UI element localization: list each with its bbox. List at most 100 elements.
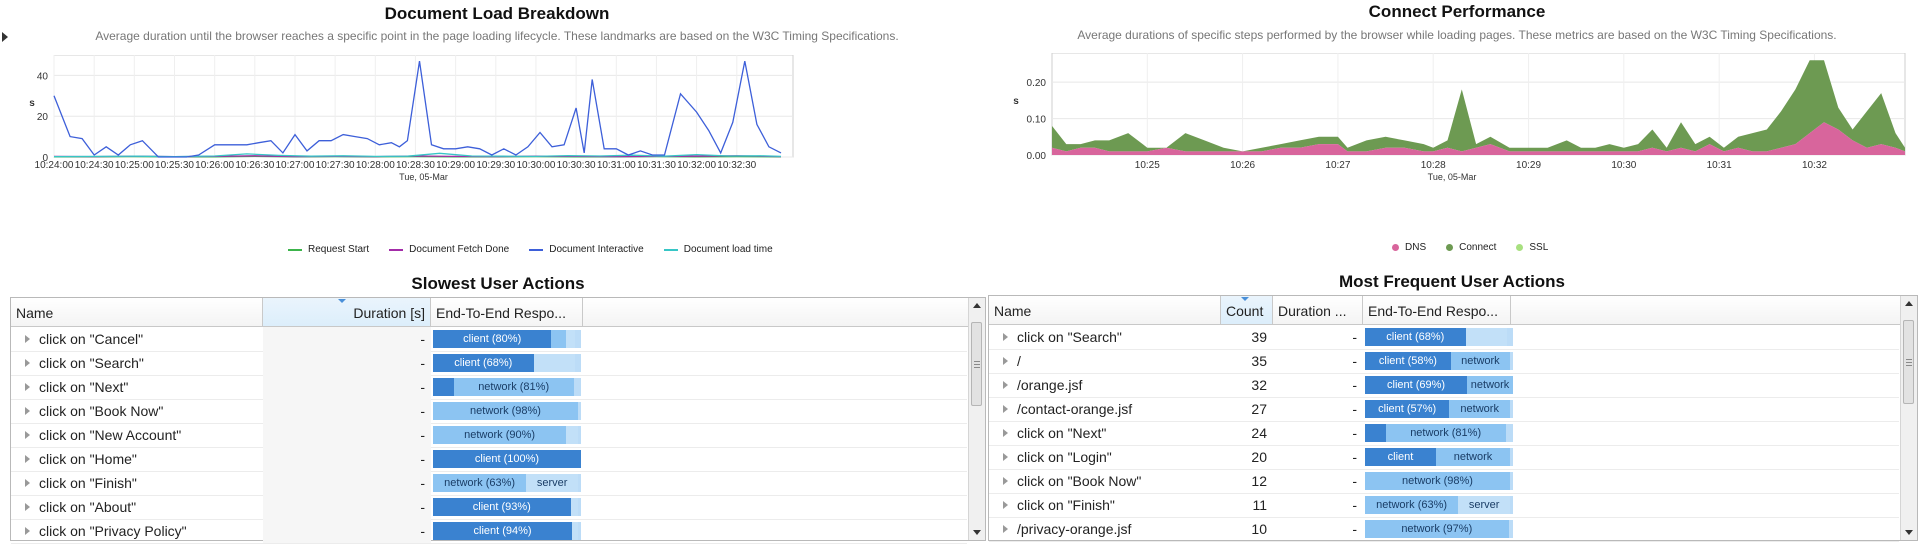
legend-item-document-interactive[interactable]: Document Interactive: [529, 244, 644, 255]
action-duration: -: [1273, 469, 1363, 493]
table-row[interactable]: click on "Privacy Policy"-client (94%): [11, 519, 967, 544]
x-tick-label: 10:27:30: [316, 160, 355, 171]
legend-label: SSL: [1529, 242, 1548, 253]
end-to-end-breakdown-bar: network (90%): [433, 426, 581, 444]
action-name: click on "Login": [1017, 445, 1221, 469]
table-row[interactable]: click on "Next"-network (81%): [11, 375, 967, 400]
row-expand-arrow-icon[interactable]: [1003, 453, 1008, 461]
row-expand-arrow-icon[interactable]: [25, 431, 30, 439]
table-row[interactable]: click on "Cancel"-client (80%): [11, 327, 967, 352]
column-header-name[interactable]: Name: [989, 296, 1221, 324]
action-duration: -: [1273, 517, 1363, 541]
scroll-down-arrow-icon[interactable]: [1905, 530, 1913, 535]
legend-item-dns[interactable]: DNS: [1392, 242, 1426, 253]
row-expand-arrow-icon[interactable]: [25, 359, 30, 367]
action-name: click on "Finish": [39, 471, 263, 495]
table-row[interactable]: click on "New Account"-network (90%): [11, 423, 967, 448]
column-header-name[interactable]: Name: [11, 298, 263, 326]
row-expand-arrow-icon[interactable]: [1003, 477, 1008, 485]
action-name: click on "Book Now": [39, 399, 263, 423]
legend-item-document-fetch-done[interactable]: Document Fetch Done: [389, 244, 509, 255]
legend-item-connect[interactable]: Connect: [1446, 242, 1496, 253]
scrollbar-thumb[interactable]: [1903, 320, 1914, 404]
table-row[interactable]: click on "Next"24-network (81%): [989, 421, 1899, 446]
x-tick-label: 10:32: [1802, 160, 1827, 171]
slowest-table-scrollbar[interactable]: [968, 298, 985, 540]
legend-item-request-start[interactable]: Request Start: [288, 244, 369, 255]
scroll-up-arrow-icon[interactable]: [973, 303, 981, 308]
end-to-end-breakdown-bar: network (81%): [1365, 424, 1513, 442]
table-row[interactable]: click on "Search"-client (68%): [11, 351, 967, 376]
row-expand-arrow-icon[interactable]: [1003, 333, 1008, 341]
bar-segment: [571, 498, 578, 516]
table-row[interactable]: click on "Home"-client (100%): [11, 447, 967, 472]
bar-segment: network (63%): [433, 474, 526, 492]
scroll-down-arrow-icon[interactable]: [973, 530, 981, 535]
row-expand-arrow-icon[interactable]: [1003, 381, 1008, 389]
action-name: click on "Privacy Policy": [39, 519, 263, 543]
table-row[interactable]: click on "Login"20-clientnetwork: [989, 445, 1899, 470]
column-header-end-to-end[interactable]: End-To-End Respo...: [1363, 296, 1511, 324]
row-expand-arrow-icon[interactable]: [1003, 357, 1008, 365]
row-expand-arrow-icon[interactable]: [25, 335, 30, 343]
table-row[interactable]: click on "Search"39-client (68%): [989, 325, 1899, 350]
x-tick-label: 10:28:30: [396, 160, 435, 171]
column-header-count[interactable]: Count: [1221, 296, 1273, 324]
end-to-end-breakdown-bar: client (57%)network: [1365, 400, 1513, 418]
x-tick-label: 10:26:30: [235, 160, 274, 171]
column-header-duration[interactable]: Duration [s]: [263, 298, 431, 326]
scroll-up-arrow-icon[interactable]: [1905, 301, 1913, 306]
end-to-end-cell: client (68%): [1365, 325, 1517, 349]
bar-segment: network (81%): [454, 378, 574, 396]
row-expand-arrow-icon[interactable]: [1003, 405, 1008, 413]
slowest-user-actions-table: Name Duration [s] End-To-End Respo... cl…: [10, 297, 986, 541]
bar-segment: client (80%): [433, 330, 551, 348]
legend-item-document-load-time[interactable]: Document load time: [664, 244, 773, 255]
end-to-end-cell: network (63%)server: [1365, 493, 1517, 517]
x-axis-title: Tue, 05-Mar: [1428, 172, 1477, 182]
end-to-end-breakdown-bar: client (100%): [433, 450, 581, 468]
load-chart-legend: Request Start Document Fetch Done Document…: [288, 244, 773, 255]
row-expand-arrow-icon[interactable]: [25, 479, 30, 487]
expand-panel-arrow-icon[interactable]: [2, 32, 8, 42]
end-to-end-cell: client (58%)network: [1365, 349, 1517, 373]
bar-segment: network (81%): [1386, 424, 1506, 442]
end-to-end-breakdown-bar: network (81%): [433, 378, 581, 396]
row-expand-arrow-icon[interactable]: [25, 455, 30, 463]
row-expand-arrow-icon[interactable]: [1003, 429, 1008, 437]
table-row[interactable]: click on "Book Now"12-network (98%): [989, 469, 1899, 494]
action-duration: -: [1273, 325, 1363, 349]
table-row[interactable]: click on "About"-client (93%): [11, 495, 967, 520]
row-expand-arrow-icon[interactable]: [25, 407, 30, 415]
legend-swatch: [1392, 244, 1399, 251]
row-expand-arrow-icon[interactable]: [1003, 525, 1008, 533]
column-header-duration[interactable]: Duration ...: [1273, 296, 1363, 324]
table-row[interactable]: click on "Finish"-network (63%)server: [11, 471, 967, 496]
bar-segment: network: [1449, 400, 1510, 418]
legend-swatch: [389, 249, 403, 251]
column-header-end-to-end[interactable]: End-To-End Respo...: [431, 298, 583, 326]
legend-item-ssl[interactable]: SSL: [1516, 242, 1548, 253]
scrollbar-thumb[interactable]: [971, 322, 982, 406]
y-tick-label: 20: [37, 112, 49, 123]
row-expand-arrow-icon[interactable]: [25, 527, 30, 535]
table-row[interactable]: click on "Book Now"-network (98%): [11, 399, 967, 424]
action-duration: -: [263, 327, 431, 351]
table-row[interactable]: click on "Finish"11-network (63%)server: [989, 493, 1899, 518]
frequent-table-scrollbar[interactable]: [1900, 296, 1917, 540]
row-expand-arrow-icon[interactable]: [25, 383, 30, 391]
table-row[interactable]: /orange.jsf32-client (69%)network: [989, 373, 1899, 398]
end-to-end-cell: clientnetwork: [1365, 445, 1517, 469]
table-row[interactable]: /35-client (58%)network: [989, 349, 1899, 374]
action-count: 35: [1221, 349, 1273, 373]
row-expand-arrow-icon[interactable]: [1003, 501, 1008, 509]
row-expand-arrow-icon[interactable]: [25, 503, 30, 511]
action-name: click on "Next": [1017, 421, 1221, 445]
table-row[interactable]: /privacy-orange.jsf10-network (97%): [989, 517, 1899, 542]
table-row[interactable]: /contact-orange.jsf27-client (57%)networ…: [989, 397, 1899, 422]
action-name: click on "Search": [1017, 325, 1221, 349]
end-to-end-breakdown-bar: network (63%)server: [433, 474, 581, 492]
legend-swatch: [1446, 244, 1453, 251]
column-header-duration-label: Duration [s]: [353, 305, 425, 321]
action-duration: -: [1273, 373, 1363, 397]
